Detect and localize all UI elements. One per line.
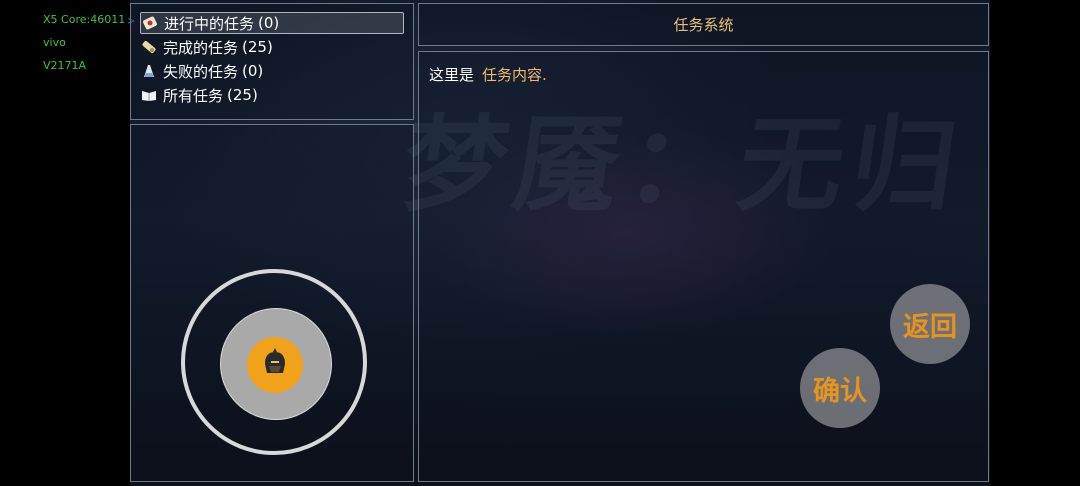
title-bar: 任务系统 (418, 3, 989, 46)
tab-count: (25) (227, 86, 258, 104)
open-book-icon (141, 87, 157, 103)
confirm-button[interactable]: 确认 (800, 348, 880, 428)
tab-label: 所有任务 (163, 86, 224, 105)
tab-count: (25) (242, 38, 273, 56)
joystick-center[interactable] (247, 337, 303, 393)
tab-label: 完成的任务 (163, 38, 239, 57)
debug-brand-text: vivo (43, 36, 66, 49)
tab-label: 进行中的任务 (164, 14, 255, 33)
task-content-panel: 这里是 任务内容. (418, 51, 989, 482)
content-highlight: 任务内容. (482, 66, 547, 84)
tab-all[interactable]: 所有任务 (25) (141, 84, 258, 106)
tab-in-progress[interactable]: 进行中的任务 (0) (140, 12, 404, 34)
back-button[interactable]: 返回 (890, 284, 970, 364)
flask-icon (141, 63, 157, 79)
tab-failed[interactable]: 失败的任务 (0) (141, 60, 263, 82)
task-category-panel: 进行中的任务 (0) 完成的任务 (25) 失败的任务 (0) 所有任务 (25… (130, 3, 414, 120)
page-title: 任务系统 (673, 16, 734, 34)
content-prefix: 这里是 (429, 66, 475, 84)
tab-label: 失败的任务 (163, 62, 239, 81)
helmet-icon (260, 348, 290, 382)
tab-count: (0) (242, 62, 264, 80)
task-content-text: 这里是 任务内容. (429, 64, 547, 85)
scroll-seal-icon (142, 15, 158, 31)
debug-model-text: V2171A (43, 59, 87, 72)
debug-core-text: X5 Core:46011 (43, 13, 126, 26)
scroll-icon (141, 39, 157, 55)
tab-count: (0) (258, 14, 280, 32)
tab-completed[interactable]: 完成的任务 (25) (141, 36, 273, 58)
